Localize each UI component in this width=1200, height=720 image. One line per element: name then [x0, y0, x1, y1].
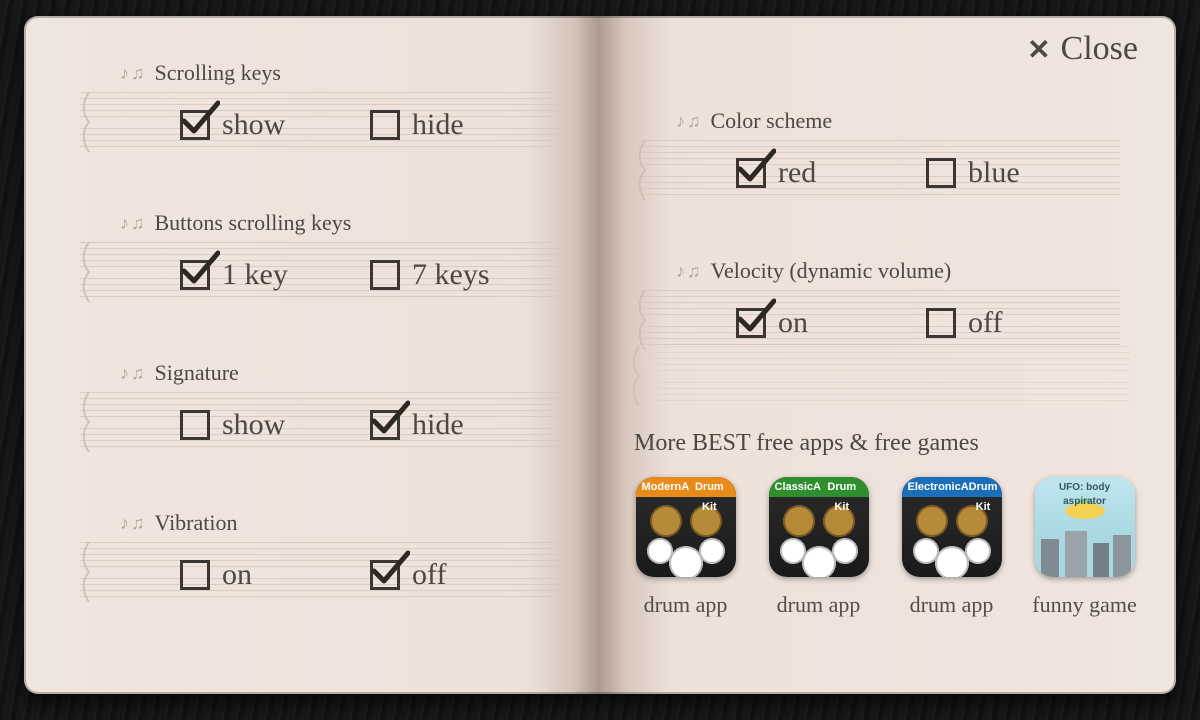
drum-app-icon: ElectronicADrum Kit	[902, 477, 1002, 577]
checkbox[interactable]	[180, 410, 210, 440]
section-title-text: Buttons scrolling keys	[155, 210, 352, 236]
option-blue[interactable]: blue	[926, 158, 1116, 188]
page-left: ♪♫ Scrolling keys show hide ♪♫ Buttons scroll…	[24, 16, 600, 694]
option-label: off	[412, 560, 446, 590]
close-label: Close	[1061, 30, 1138, 68]
music-notes-icon: ♪♫	[120, 363, 147, 384]
section-title-text: Signature	[155, 360, 239, 386]
section-title-text: Velocity (dynamic volume)	[711, 258, 952, 284]
option-row: show hide	[180, 102, 560, 148]
ufo-game-icon: UFO: body aspirator	[1035, 477, 1135, 577]
promo-app[interactable]: ElectronicADrum Kit drum app	[896, 477, 1007, 619]
checkbox[interactable]	[370, 560, 400, 590]
checkbox[interactable]	[736, 308, 766, 338]
thumb-header: ClassicADrum Kit	[769, 477, 869, 497]
promo-app-caption: funny game	[1029, 591, 1140, 619]
option-label: red	[778, 158, 816, 188]
music-notes-icon: ♪♫	[120, 213, 147, 234]
option-row: show hide	[180, 402, 560, 448]
thumb-header: ElectronicADrum Kit	[902, 477, 1002, 497]
checkbox[interactable]	[736, 158, 766, 188]
option-on[interactable]: on	[180, 560, 370, 590]
staff-decoration	[630, 346, 1130, 406]
page-right: ✕ Close ♪♫ Color scheme red blue ♪♫ Velocity …	[600, 16, 1176, 694]
section-title-text: Color scheme	[711, 108, 833, 134]
option-off[interactable]: off	[926, 308, 1116, 338]
section-title: ♪♫ Scrolling keys	[120, 60, 281, 86]
drum-app-icon: ClassicADrum Kit	[769, 477, 869, 577]
option-label: show	[222, 110, 285, 140]
thumb-header: UFO: body aspirator	[1035, 481, 1135, 501]
option-label: show	[222, 410, 285, 440]
promo-app[interactable]: ModernADrum Kit drum app	[630, 477, 741, 619]
section-title: ♪♫ Signature	[120, 360, 239, 386]
option-hide[interactable]: hide	[370, 110, 560, 140]
option-hide[interactable]: hide	[370, 410, 560, 440]
option-label: 1 key	[222, 260, 288, 290]
checkbox[interactable]	[926, 308, 956, 338]
section-title: ♪♫ Vibration	[120, 510, 238, 536]
option-label: hide	[412, 410, 464, 440]
close-icon: ✕	[1027, 33, 1050, 66]
option-label: hide	[412, 110, 464, 140]
music-notes-icon: ♪♫	[676, 111, 703, 132]
section-title: ♪♫ Velocity (dynamic volume)	[676, 258, 951, 284]
option-label: 7 keys	[412, 260, 490, 290]
section-title-text: Scrolling keys	[155, 60, 282, 86]
drum-app-icon: ModernADrum Kit	[636, 477, 736, 577]
option-row: on off	[180, 552, 560, 598]
checkbox[interactable]	[370, 110, 400, 140]
option-label: on	[222, 560, 252, 590]
promo-app-caption: drum app	[630, 591, 741, 619]
checkbox[interactable]	[370, 260, 400, 290]
music-notes-icon: ♪♫	[120, 513, 147, 534]
thumb-header: ModernADrum Kit	[636, 477, 736, 497]
setting-section: ♪♫ Scrolling keys show hide	[74, 42, 570, 192]
section-title: ♪♫ Color scheme	[676, 108, 832, 134]
promo-app[interactable]: UFO: body aspirator funny game	[1029, 477, 1140, 619]
setting-section: ♪♫ Vibration on off	[74, 492, 570, 642]
option-off[interactable]: off	[370, 560, 560, 590]
option-row: red blue	[736, 150, 1116, 196]
option-show[interactable]: show	[180, 410, 370, 440]
setting-section: ♪♫ Signature show hide	[74, 342, 570, 492]
setting-section: ♪♫ Color scheme red blue	[630, 90, 1126, 240]
checkbox[interactable]	[180, 260, 210, 290]
promo-app-caption: drum app	[896, 591, 1007, 619]
checkbox[interactable]	[370, 410, 400, 440]
option-label: on	[778, 308, 808, 338]
music-notes-icon: ♪♫	[676, 261, 703, 282]
promo-section: More BEST free apps & free games ModernA…	[630, 430, 1140, 619]
checkbox[interactable]	[926, 158, 956, 188]
promo-title: More BEST free apps & free games	[634, 430, 1140, 457]
option-row: on off	[736, 300, 1116, 346]
option-1-key[interactable]: 1 key	[180, 260, 370, 290]
setting-section: ♪♫ Buttons scrolling keys 1 key 7 keys	[74, 192, 570, 342]
checkbox[interactable]	[180, 110, 210, 140]
close-button[interactable]: ✕ Close	[1027, 30, 1138, 68]
music-notes-icon: ♪♫	[120, 63, 147, 84]
section-title-text: Vibration	[155, 510, 238, 536]
option-row: 1 key 7 keys	[180, 252, 560, 298]
option-red[interactable]: red	[736, 158, 926, 188]
option-7-keys[interactable]: 7 keys	[370, 260, 560, 290]
settings-book: ♪♫ Scrolling keys show hide ♪♫ Buttons scroll…	[24, 16, 1176, 694]
promo-app-caption: drum app	[763, 591, 874, 619]
checkbox[interactable]	[180, 560, 210, 590]
option-label: off	[968, 308, 1002, 338]
section-title: ♪♫ Buttons scrolling keys	[120, 210, 351, 236]
option-on[interactable]: on	[736, 308, 926, 338]
option-show[interactable]: show	[180, 110, 370, 140]
promo-app[interactable]: ClassicADrum Kit drum app	[763, 477, 874, 619]
option-label: blue	[968, 158, 1020, 188]
